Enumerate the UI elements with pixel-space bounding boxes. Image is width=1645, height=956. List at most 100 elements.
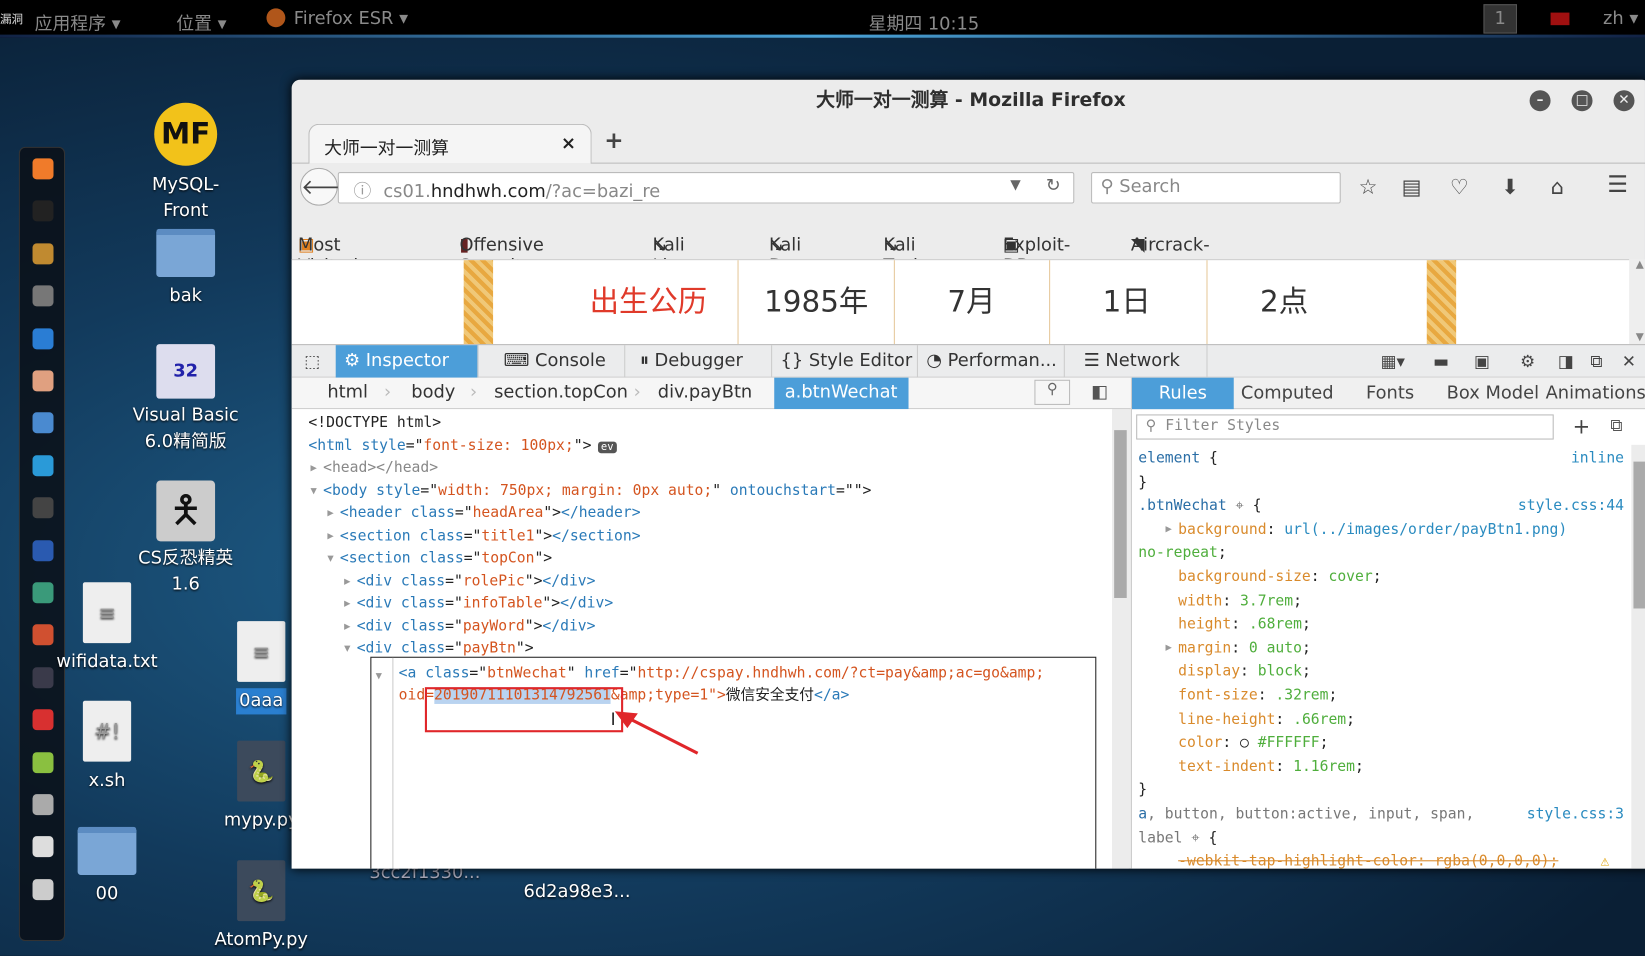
scrollbar-thumb[interactable] xyxy=(1633,461,1645,609)
rule-source-link[interactable]: style.css:44 xyxy=(1518,494,1624,517)
toggle-pseudo-classes-icon[interactable]: ⧉ xyxy=(1610,415,1622,436)
filter-styles-input[interactable]: ⚲ Filter Styles xyxy=(1136,414,1554,440)
markup-node[interactable]: <div class="rolePic"></div> xyxy=(357,570,596,592)
tab-rules[interactable]: Rules xyxy=(1131,377,1234,410)
undock-window-icon[interactable]: ⧉ xyxy=(1590,351,1602,372)
rule-line[interactable]: font-size: .32rem; xyxy=(1178,684,1337,707)
desktop-icon-cs[interactable]: 🯅 CS反恐精英 1.6 xyxy=(117,480,253,597)
rule-line[interactable]: element { xyxy=(1138,447,1218,470)
desktop-icon-wifidata[interactable]: ≡ wifidata.txt xyxy=(39,582,175,675)
home-icon[interactable]: ⌂ xyxy=(1551,174,1564,199)
rule-line[interactable]: display: block; xyxy=(1178,660,1311,683)
desktop-icon-visual-basic[interactable]: 32 Visual Basic 6.0精简版 xyxy=(117,344,253,455)
rule-line[interactable]: a, button, button:active, input, span, xyxy=(1138,803,1474,826)
tab-performance[interactable]: ◔ Performan... xyxy=(918,345,1065,378)
expand-twisty-icon[interactable]: ▼ xyxy=(311,485,317,497)
clock[interactable]: 星期四 10:15 xyxy=(869,8,980,35)
firefox-app-menu[interactable]: Firefox ESR ▾ xyxy=(294,8,408,29)
breadcrumb-html[interactable]: html xyxy=(327,382,368,403)
browser-tab[interactable]: 大师一对一测算 × xyxy=(308,123,592,164)
tab-computed[interactable]: Computed xyxy=(1237,378,1338,409)
add-rule-icon[interactable]: + xyxy=(1573,413,1591,438)
rule-line[interactable]: line-height: .66rem; xyxy=(1178,708,1355,731)
responsive-mode-icon[interactable]: ▣ xyxy=(1474,351,1490,371)
rule-line[interactable]: width: 3.7rem; xyxy=(1178,589,1302,612)
back-button[interactable]: 🡐 xyxy=(300,167,357,206)
expand-twisty-icon[interactable]: ▶ xyxy=(327,508,333,520)
language-menu[interactable]: zh ▾ xyxy=(1603,8,1638,29)
expand-twisty-icon[interactable]: ▼ xyxy=(327,553,333,565)
places-menu[interactable]: 位置 ▾ xyxy=(176,8,226,35)
dock-launcher-icon[interactable] xyxy=(32,370,54,392)
dock-launcher-icon[interactable] xyxy=(32,794,54,816)
collapse-twisty-icon[interactable]: ▼ xyxy=(376,670,382,682)
markup-node[interactable]: <div class="payBtn"> xyxy=(357,638,534,660)
tab-close-icon[interactable]: × xyxy=(561,133,576,154)
downloads-icon[interactable]: ⬇ xyxy=(1501,174,1519,199)
search-input[interactable]: ⚲ Search xyxy=(1091,172,1341,204)
markup-search-icon[interactable]: ⚲ xyxy=(1034,379,1071,405)
rule-line[interactable]: } xyxy=(1138,471,1147,494)
url-dropdown-icon[interactable]: ▼ xyxy=(1010,177,1020,193)
expand-twisty-icon[interactable]: ▶ xyxy=(344,575,350,587)
dock-launcher-icon[interactable] xyxy=(32,327,54,349)
rules-scrollbar[interactable] xyxy=(1631,444,1645,869)
dock-launcher-icon[interactable] xyxy=(32,455,54,477)
hamburger-menu-icon[interactable]: ☰ xyxy=(1607,172,1628,198)
markup-node[interactable]: <head></head> xyxy=(323,457,438,479)
tab-fonts[interactable]: Fonts xyxy=(1348,378,1432,409)
close-window-button[interactable]: ✕ xyxy=(1613,90,1635,112)
edit-line-1[interactable]: <a class="btnWechat" href="http://cspay.… xyxy=(399,663,1045,685)
workspace-indicator[interactable]: 1 xyxy=(1483,4,1517,34)
rule-line[interactable]: ▶ background: url(../images/order/payBtn1… xyxy=(1166,518,1568,541)
dock-launcher-icon[interactable] xyxy=(32,200,54,222)
expand-twisty-icon[interactable]: ▼ xyxy=(344,643,350,655)
rule-source-link[interactable]: inline xyxy=(1571,447,1624,470)
settings-gear-icon[interactable]: ⚙ xyxy=(1520,351,1535,371)
tab-console[interactable]: ⌨ Console xyxy=(478,345,626,378)
close-devtools-icon[interactable]: ✕ xyxy=(1622,351,1636,371)
rule-line[interactable]: } xyxy=(1138,779,1147,802)
rule-line[interactable]: no-repeat; xyxy=(1138,542,1226,565)
expand-twisty-icon[interactable]: ▶ xyxy=(1166,637,1172,660)
rule-line[interactable]: color: ○ #FFFFFF; xyxy=(1178,731,1328,754)
markup-node[interactable]: <header class="headArea"></header> xyxy=(340,503,641,525)
page-scrollbar[interactable]: ▲ ▼ xyxy=(1629,259,1645,345)
scrollbar-thumb[interactable] xyxy=(1114,430,1127,598)
rule-line[interactable]: ▶ margin: 0 auto; xyxy=(1166,637,1311,660)
dock-launcher-icon[interactable] xyxy=(32,539,54,561)
desktop-icon-mysql-front[interactable]: MF MySQL-Front xyxy=(117,102,253,225)
tab-style-editor[interactable]: {} Style Editor xyxy=(772,345,918,378)
dock-side-icon[interactable]: ◨ xyxy=(1558,351,1574,371)
markup-node[interactable]: <html style="font-size: 100px;"> ev xyxy=(308,435,617,457)
desktop-icon-x-sh[interactable]: #! x.sh xyxy=(39,700,175,794)
expand-twisty-icon[interactable]: ▶ xyxy=(344,598,350,610)
frame-picker-icon[interactable]: ▦▾ xyxy=(1381,351,1405,371)
url-bar[interactable]: ⓘ cs01.hndhwh.com/?ac=bazi_re ▼ ↻ xyxy=(337,172,1075,204)
desktop-icon-atompy[interactable]: 🐍 AtomPy.py xyxy=(193,860,329,953)
rule-line[interactable]: label ⌖ { xyxy=(1138,826,1217,849)
bookmarks-menu-icon[interactable]: ▤ xyxy=(1402,174,1422,199)
desktop-icon-00[interactable]: 00 xyxy=(39,826,175,908)
markup-node[interactable]: <div class="infoTable"></div> xyxy=(357,593,613,615)
minimize-button[interactable]: – xyxy=(1529,90,1551,112)
toggle-sidebar-icon[interactable]: ◧ xyxy=(1091,382,1108,403)
markup-node[interactable]: <!DOCTYPE html> xyxy=(308,412,441,434)
dock-launcher-icon[interactable] xyxy=(32,497,54,519)
reload-icon[interactable]: ↻ xyxy=(1046,175,1061,196)
expand-twisty-icon[interactable]: ▶ xyxy=(1166,518,1172,541)
dock-launcher-icon[interactable] xyxy=(32,243,54,265)
rule-source-link[interactable]: style.css:3 xyxy=(1527,803,1624,826)
rule-line[interactable]: background-size: cover; xyxy=(1178,565,1381,588)
breadcrumb-body[interactable]: body xyxy=(411,382,455,403)
breadcrumb-a-btnwechat[interactable]: a.btnWechat xyxy=(774,377,909,410)
dock-launcher-icon[interactable] xyxy=(32,412,54,434)
expand-twisty-icon[interactable]: ▶ xyxy=(344,621,350,633)
breadcrumb-div-paybtn[interactable]: div.payBtn xyxy=(658,382,752,403)
rule-line[interactable]: text-indent: 1.16rem; xyxy=(1178,755,1364,778)
new-tab-button[interactable]: + xyxy=(604,128,623,154)
markup-view[interactable]: ▼ <a class="btnWechat" href="http://cspa… xyxy=(291,409,1113,869)
markup-node[interactable]: <body style="width: 750px; margin: 0px a… xyxy=(323,480,871,502)
element-picker-icon[interactable]: ⬚ xyxy=(304,351,320,371)
site-info-icon[interactable]: ⓘ xyxy=(354,181,372,202)
